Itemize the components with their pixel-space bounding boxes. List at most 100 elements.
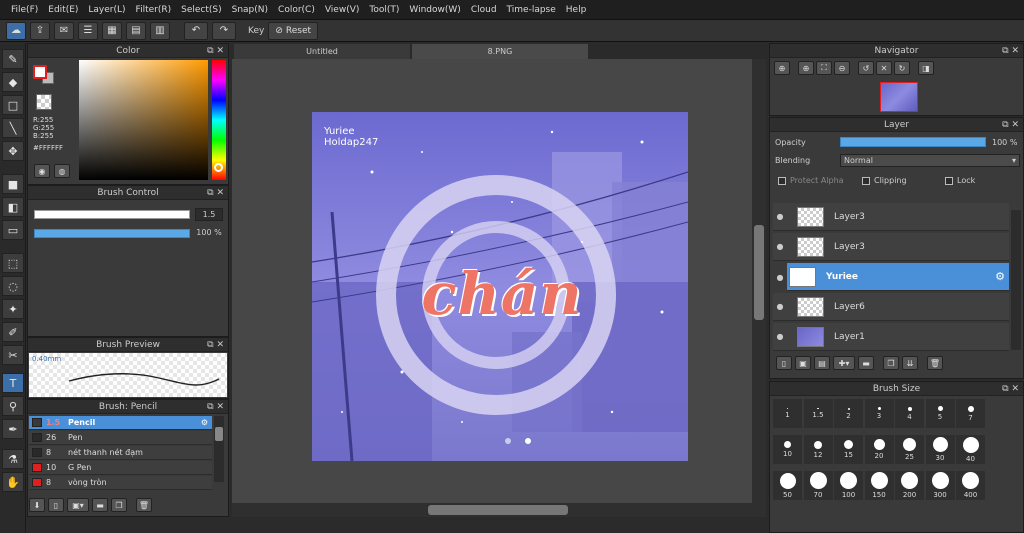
hex-value[interactable]: #FFFFFF xyxy=(33,144,63,152)
folder-icon[interactable]: ▬ xyxy=(92,498,108,512)
brush-size-option[interactable]: 3 xyxy=(864,399,894,428)
gear-icon[interactable]: ⚙ xyxy=(995,270,1005,283)
fill-rect-tool-icon[interactable]: ■ xyxy=(2,174,24,194)
reset-button[interactable]: ⊘ Reset xyxy=(268,21,319,40)
menu-edit[interactable]: Edit(E) xyxy=(43,5,83,15)
brush-size-option[interactable]: 10 xyxy=(773,435,802,464)
brush-list-scrollbar[interactable] xyxy=(214,416,224,482)
gear-icon[interactable]: ⚙ xyxy=(201,418,208,427)
menu-file[interactable]: File(F) xyxy=(6,5,43,15)
lasso-icon[interactable]: ◌ xyxy=(2,276,24,296)
new-layer-text-icon[interactable]: ▤ xyxy=(814,356,830,370)
layout-icon[interactable]: ▥ xyxy=(150,21,170,40)
zoom-out-icon[interactable]: ⊖ xyxy=(834,61,850,75)
layer-row[interactable]: ● Layer6 xyxy=(773,293,1009,321)
brush-size-option[interactable]: 300 xyxy=(925,471,955,500)
panel-close-icon[interactable]: ⧉ ✕ xyxy=(207,186,224,200)
text-tool-icon[interactable]: T xyxy=(2,373,24,393)
palette-icon[interactable]: ◉ xyxy=(34,164,50,178)
folder-icon[interactable]: ▬ xyxy=(858,356,874,370)
brush-size-option[interactable]: 400 xyxy=(956,471,985,500)
menu-snap[interactable]: Snap(N) xyxy=(227,5,273,15)
brush-size-option[interactable]: 70 xyxy=(803,471,833,500)
panel-close-icon[interactable]: ⧉ ✕ xyxy=(1002,118,1019,132)
menu-tool[interactable]: Tool(T) xyxy=(364,5,404,15)
color-mix-icon[interactable]: ◍ xyxy=(54,164,70,178)
menu-time-lapse[interactable]: Time-lapse xyxy=(502,5,561,15)
layer-row[interactable]: ● Layer3 xyxy=(773,233,1009,261)
layer-row[interactable]: ● Layer1 xyxy=(773,323,1009,351)
eraser-tool-icon[interactable]: ◆ xyxy=(2,72,24,92)
visibility-icon[interactable]: ● xyxy=(773,302,787,311)
brush-size-option[interactable]: 50 xyxy=(773,471,802,500)
new-brush-icon[interactable]: ▯ xyxy=(48,498,64,512)
blending-select[interactable]: Normal ▾ xyxy=(840,154,1020,167)
rotate-right-icon[interactable]: ↻ xyxy=(894,61,910,75)
layer-row[interactable]: ● Layer3 xyxy=(773,203,1009,231)
menu-filter[interactable]: Filter(R) xyxy=(131,5,177,15)
protect-alpha-checkbox[interactable]: Protect Alpha xyxy=(778,176,844,185)
brush-size-value[interactable]: 1.5 xyxy=(195,208,223,221)
hue-marker[interactable] xyxy=(214,163,223,172)
panel-icon[interactable]: ▤ xyxy=(126,21,146,40)
eyedropper-icon[interactable]: ⚗ xyxy=(2,449,24,469)
new-layer-icon[interactable]: ▯ xyxy=(776,356,792,370)
tab-8-png[interactable]: 8.PNG xyxy=(412,44,588,59)
visibility-icon[interactable]: ● xyxy=(773,273,787,282)
layer-opacity-slider[interactable] xyxy=(840,137,986,147)
new-layer-image-icon[interactable]: ▣ xyxy=(795,356,811,370)
brush-size-option[interactable]: 20 xyxy=(864,435,894,464)
brush-size-option[interactable]: 2 xyxy=(834,399,863,428)
rotate-left-icon[interactable]: ↺ xyxy=(858,61,874,75)
canvas-artwork[interactable]: Yuriee Holdap247 chán xyxy=(312,112,688,461)
brush-item[interactable]: 8 nét thanh nét đạm xyxy=(29,446,212,460)
duplicate-icon[interactable]: ❐ xyxy=(111,498,127,512)
layer-list-scrollbar[interactable] xyxy=(1011,210,1021,350)
zoom-fit-icon[interactable]: ⊕ xyxy=(774,61,790,75)
zoom-in-icon[interactable]: ⊕ xyxy=(798,61,814,75)
bucket-tool-icon[interactable]: ◧ xyxy=(2,197,24,217)
brush-size-option[interactable]: 15 xyxy=(834,435,863,464)
menu-view[interactable]: View(V) xyxy=(320,5,365,15)
move-tool-icon[interactable]: ✥ xyxy=(2,141,24,161)
gradient-tool-icon[interactable]: ▭ xyxy=(2,220,24,240)
canvas-vertical-thumb[interactable] xyxy=(754,225,764,320)
transparent-swatch[interactable] xyxy=(36,94,52,110)
visibility-icon[interactable]: ● xyxy=(773,242,787,251)
trash-icon[interactable]: 🗑 xyxy=(927,356,943,370)
visibility-icon[interactable]: ● xyxy=(773,332,787,341)
brush-size-option[interactable]: 25 xyxy=(895,435,924,464)
hue-slider[interactable] xyxy=(212,60,226,180)
redo-icon[interactable]: ↷ xyxy=(212,21,236,40)
menu-layer[interactable]: Layer(L) xyxy=(83,5,130,15)
brush-size-option[interactable]: 5 xyxy=(925,399,955,428)
navigator-thumbnail[interactable] xyxy=(880,82,918,112)
layer-row[interactable]: Yuriee ⚙ xyxy=(787,263,1009,291)
select-eraser-icon[interactable]: ✂ xyxy=(2,345,24,365)
brush-size-option[interactable]: 100 xyxy=(834,471,863,500)
brush-size-option[interactable]: 12 xyxy=(803,435,833,464)
panel-close-icon[interactable]: ⧉ ✕ xyxy=(207,338,224,352)
merge-layer-icon[interactable]: ⇊ xyxy=(902,356,918,370)
chat-icon[interactable]: ✉ xyxy=(54,21,74,40)
line-tool-icon[interactable]: ╲ xyxy=(2,118,24,138)
panel-close-icon[interactable]: ⧉ ✕ xyxy=(207,400,224,414)
undo-icon[interactable]: ↶ xyxy=(184,21,208,40)
share-icon[interactable]: ⇪ xyxy=(30,21,50,40)
hand-tool-icon[interactable]: ✋ xyxy=(2,472,24,492)
flip-icon[interactable]: ◨ xyxy=(918,61,934,75)
grid-icon[interactable]: ▦ xyxy=(102,21,122,40)
saturation-value-picker[interactable] xyxy=(79,60,208,180)
reset-view-icon[interactable]: ✕ xyxy=(876,61,892,75)
foreground-color-swatch[interactable] xyxy=(33,65,47,79)
fit-window-icon[interactable]: ⛶ xyxy=(816,61,832,75)
brush-size-option[interactable]: 7 xyxy=(956,399,985,428)
brush-item[interactable]: 8 vòng tròn xyxy=(29,476,212,490)
clipping-checkbox[interactable]: Clipping xyxy=(862,176,907,185)
trash-icon[interactable]: 🗑 xyxy=(136,498,152,512)
brush-list-scroll-thumb[interactable] xyxy=(215,427,223,441)
brush-item[interactable]: 10 G Pen xyxy=(29,461,212,475)
menu-select[interactable]: Select(S) xyxy=(176,5,227,15)
brush-size-option[interactable]: 150 xyxy=(864,471,894,500)
brush-menu-icon[interactable]: ▣▾ xyxy=(67,498,89,512)
